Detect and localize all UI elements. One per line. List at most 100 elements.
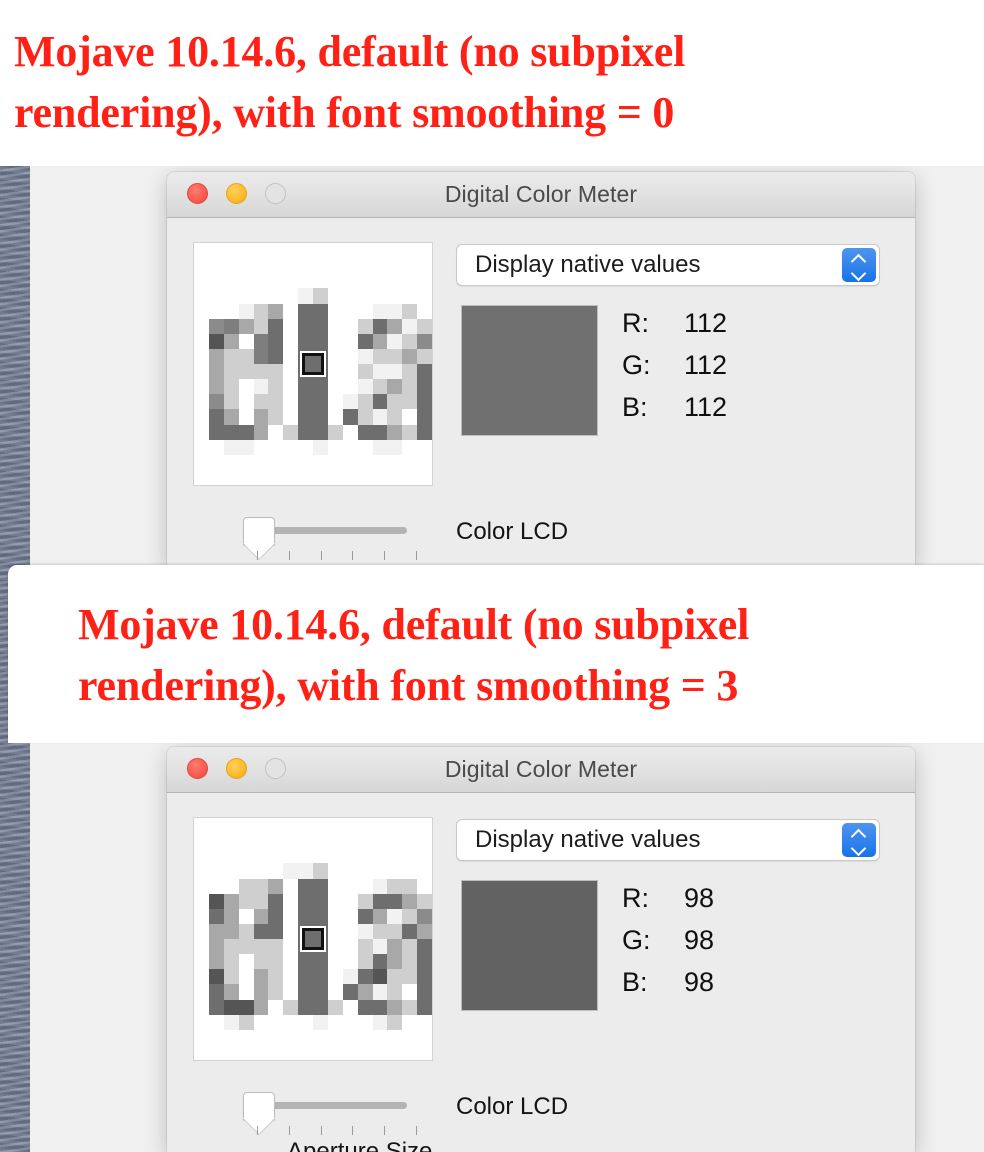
- digital-color-meter-window-bottom[interactable]: Digital Color Meter Display native value…: [167, 747, 915, 1152]
- preview-pixel: [387, 454, 403, 470]
- preview-pixel: [342, 1044, 358, 1060]
- stepper-icon[interactable]: [842, 823, 876, 857]
- preview-pixel: [298, 243, 313, 259]
- preview-pixel: [342, 454, 358, 470]
- preview-pixel: [372, 999, 388, 1015]
- preview-pixel: [298, 288, 313, 304]
- rgb-value-r: 112: [684, 308, 728, 338]
- preview-pixel: [342, 303, 358, 319]
- preview-pixel: [327, 954, 343, 970]
- slider-knob[interactable]: [243, 517, 275, 545]
- preview-pixel: [327, 288, 343, 304]
- preview-pixel: [223, 243, 239, 259]
- preview-pixel: [402, 243, 418, 259]
- preview-pixel: [298, 833, 313, 849]
- slider-tick: [257, 551, 258, 560]
- preview-pixel: [313, 333, 328, 349]
- preview-pixel: [402, 333, 418, 349]
- color-space-popup-bottom[interactable]: Display native values: [456, 819, 880, 861]
- preview-pixel: [268, 878, 284, 894]
- preview-pixel: [372, 954, 388, 970]
- preview-pixel: [417, 1044, 432, 1060]
- digital-color-meter-window-top[interactable]: Digital Color Meter Display native value…: [167, 172, 915, 568]
- preview-pixel: [268, 1044, 284, 1060]
- preview-pixel: [313, 863, 328, 879]
- preview-pixel: [298, 394, 313, 410]
- preview-pixel: [313, 908, 328, 924]
- preview-pixel: [238, 424, 254, 440]
- pixel-preview-top[interactable]: [193, 242, 433, 486]
- preview-pixel: [342, 243, 358, 259]
- preview-pixel: [268, 923, 284, 939]
- preview-pixel: [327, 439, 343, 455]
- preview-pixel: [357, 394, 373, 410]
- preview-pixel: [313, 258, 328, 274]
- preview-pixel: [238, 454, 254, 470]
- slider-track[interactable]: [255, 1102, 407, 1109]
- preview-pixel: [283, 1044, 299, 1060]
- preview-pixel: [208, 833, 224, 849]
- preview-pixel: [298, 379, 313, 395]
- rgb-label-g: G:: [622, 925, 651, 955]
- preview-pixel: [253, 469, 269, 485]
- preview-pixel: [402, 863, 418, 879]
- preview-pixel: [417, 424, 432, 440]
- preview-pixel: [194, 394, 209, 410]
- preview-pixel: [342, 984, 358, 1000]
- preview-pixel: [417, 318, 432, 334]
- aperture-slider-top[interactable]: Aperture Size: [237, 515, 467, 568]
- preview-pixel: [268, 818, 284, 834]
- preview-pixel: [342, 863, 358, 879]
- preview-pixel: [283, 863, 299, 879]
- slider-track[interactable]: [255, 527, 407, 534]
- preview-pixel: [253, 318, 269, 334]
- stepper-icon[interactable]: [842, 248, 876, 282]
- preview-pixel: [268, 469, 284, 485]
- preview-pixel: [327, 908, 343, 924]
- preview-pixel: [283, 833, 299, 849]
- preview-pixel: [208, 348, 224, 364]
- preview-pixel: [298, 984, 313, 1000]
- preview-pixel: [342, 424, 358, 440]
- preview-pixel: [194, 288, 209, 304]
- preview-pixel: [208, 954, 224, 970]
- preview-pixel: [313, 394, 328, 410]
- pixel-preview-bottom[interactable]: [193, 817, 433, 1061]
- rgb-label-r: R:: [622, 883, 649, 913]
- chevron-down-icon: [852, 267, 867, 276]
- color-space-popup-top[interactable]: Display native values: [456, 244, 880, 286]
- preview-pixel: [372, 878, 388, 894]
- preview-pixel: [208, 893, 224, 909]
- preview-pixel: [238, 364, 254, 380]
- preview-pixel: [402, 273, 418, 289]
- preview-pixel: [223, 318, 239, 334]
- preview-pixel: [223, 908, 239, 924]
- preview-pixel: [208, 939, 224, 955]
- preview-pixel: [208, 409, 224, 425]
- preview-pixel: [387, 469, 403, 485]
- preview-pixel: [283, 984, 299, 1000]
- preview-pixel: [253, 939, 269, 955]
- preview-pixel: [357, 288, 373, 304]
- preview-pixel: [253, 954, 269, 970]
- slider-tick: [352, 551, 354, 560]
- preview-pixel: [268, 893, 284, 909]
- slider-tick: [320, 1126, 322, 1135]
- preview-pixel: [253, 1044, 269, 1060]
- slider-knob[interactable]: [243, 1092, 275, 1120]
- preview-pixel: [402, 409, 418, 425]
- aperture-slider-bottom[interactable]: Aperture Size: [237, 1090, 467, 1152]
- slider-tick: [288, 551, 290, 560]
- preview-pixel: [372, 288, 388, 304]
- preview-pixel: [357, 439, 373, 455]
- titlebar-top[interactable]: Digital Color Meter: [167, 172, 915, 218]
- preview-pixel: [372, 379, 388, 395]
- preview-pixel: [194, 984, 209, 1000]
- preview-pixel: [283, 303, 299, 319]
- preview-pixel: [268, 439, 284, 455]
- preview-pixel: [194, 303, 209, 319]
- titlebar-bottom[interactable]: Digital Color Meter: [167, 747, 915, 793]
- aperture-marker-icon: [300, 926, 326, 952]
- preview-pixel: [253, 273, 269, 289]
- preview-pixel: [327, 863, 343, 879]
